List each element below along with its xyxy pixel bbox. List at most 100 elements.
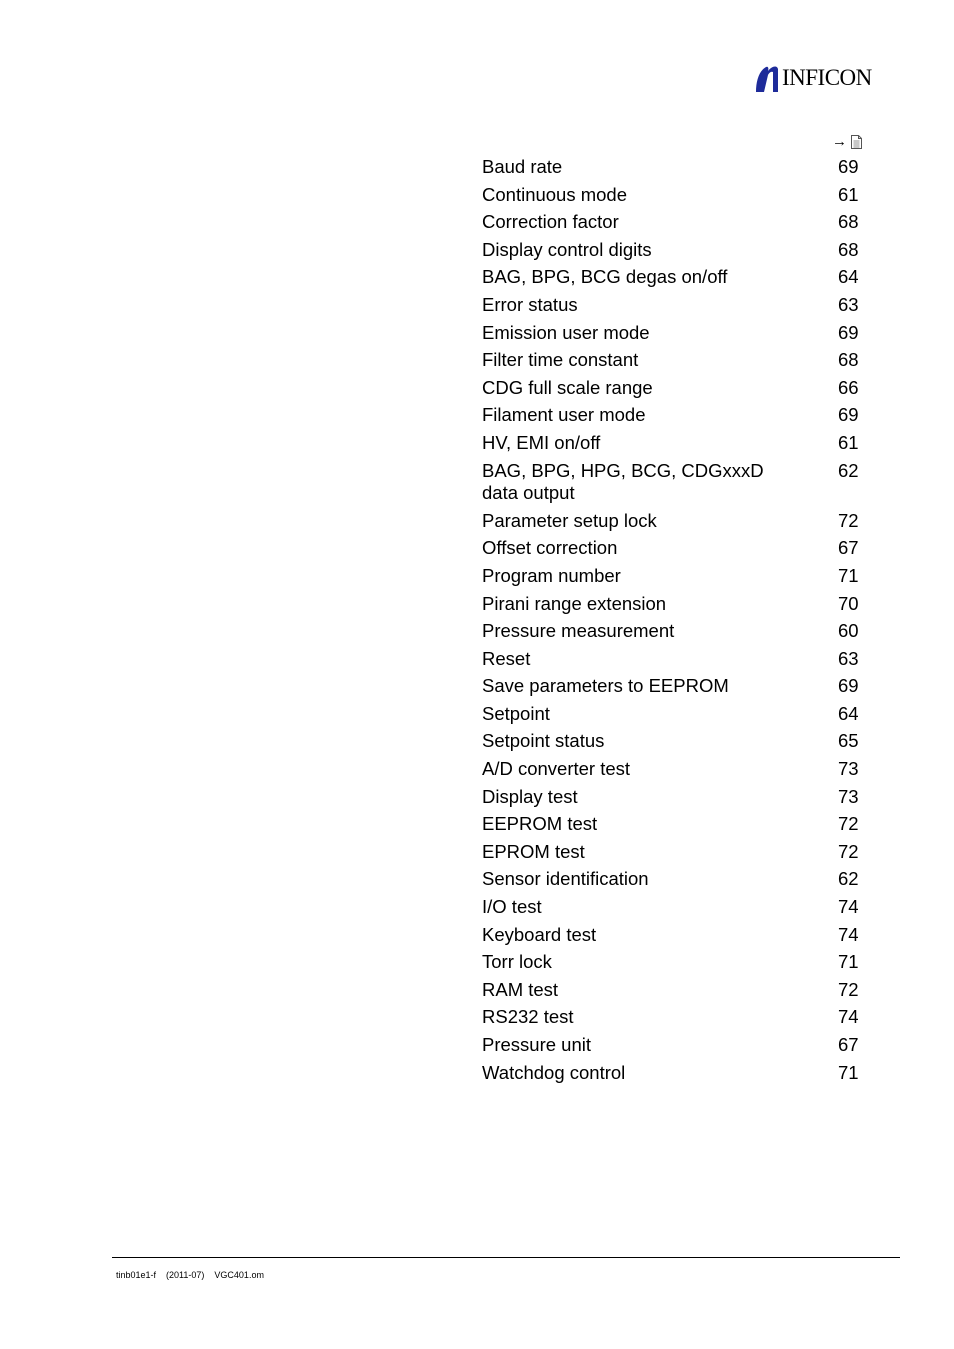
index-entry-page: 71 <box>838 951 859 973</box>
index-entry: Setpoint status 65 <box>482 730 862 753</box>
index-entry-page: 71 <box>838 1061 859 1083</box>
page-reference-header: → <box>832 132 862 152</box>
index-entry-page: 61 <box>838 183 859 205</box>
index-entry-label: Display test <box>482 785 578 807</box>
index-entry-page: 64 <box>838 266 859 288</box>
index-entry-label: Filter time constant <box>482 349 639 371</box>
footer-divider <box>112 1257 900 1258</box>
index-entry: EPROM test 72 <box>482 841 862 864</box>
index-entry: Torr lock 71 <box>482 951 862 974</box>
footer-doc-id: tinb01e1-f <box>116 1270 157 1280</box>
index-entry-label: BAG, BPG, BCG degas on/off <box>482 266 728 288</box>
index-entry-label: Sensor identification <box>482 868 649 890</box>
index-entry: EEPROM test 72 <box>482 813 862 836</box>
index-entry-page: 69 <box>838 321 859 343</box>
index-entry-page: 62 <box>838 459 859 481</box>
footer: tinb01e1-f (2011-07) VGC401.om <box>116 1269 264 1281</box>
index-entry: Program number 71 <box>482 565 862 588</box>
index-entry-page: 67 <box>838 1034 859 1055</box>
index-entry: BAG, BPG, HPG, BCG, CDGxxxD data output 6… <box>482 460 862 505</box>
footer-file: VGC401.om <box>214 1270 264 1280</box>
footer-date: (2011-07) <box>166 1270 205 1280</box>
index-entry-label: HV, EMI on/off <box>482 431 601 453</box>
index-entry-page: 74 <box>838 923 859 945</box>
index-entry-page: 72 <box>838 813 859 835</box>
index-entry: Watchdog control 71 <box>482 1062 862 1085</box>
index-entry-page: 72 <box>838 509 859 531</box>
index-entry-label: Emission user mode <box>482 321 650 343</box>
index-entry-page: 69 <box>838 675 859 697</box>
index-entry-label: Save parameters to EEPROM <box>482 675 729 697</box>
index-entry: Reset 63 <box>482 648 862 671</box>
index-entry: A/D converter test 73 <box>482 758 862 781</box>
index-entry: Error status 63 <box>482 294 862 317</box>
index-entry-page: 68 <box>838 349 859 371</box>
document-icon <box>851 135 862 149</box>
index-entry-label: Pirani range extension <box>482 592 667 614</box>
index-entry: Correction factor 68 <box>482 211 862 234</box>
index-entry-label: RAM test <box>482 978 559 1000</box>
index-entry-page: 61 <box>838 431 859 453</box>
index-entry-label: BAG, BPG, HPG, BCG, CDGxxxD data output <box>482 459 764 504</box>
index-entry: Filter time constant 68 <box>482 349 862 372</box>
index-entry: Setpoint 64 <box>482 703 862 726</box>
index-entry-label: Display control digits <box>482 238 652 260</box>
index-entry-label: Setpoint <box>482 702 550 724</box>
index-entry-page: 71 <box>838 564 859 586</box>
index-entry-label: CDG full scale range <box>482 376 653 398</box>
index-entry: Filament user mode 69 <box>482 404 862 427</box>
index-entry: HV, EMI on/off 61 <box>482 432 862 455</box>
index-entry-page: 74 <box>838 896 859 918</box>
index-entry-page: 60 <box>838 620 859 642</box>
inficon-logo: INFICON <box>754 63 872 93</box>
logo-text: INFICON <box>782 65 872 90</box>
index-entry-label: A/D converter test <box>482 758 631 780</box>
index-entry-page: 67 <box>838 537 859 559</box>
index-entry-label: Program number <box>482 564 621 586</box>
index-entry: CDG full scale range 66 <box>482 377 862 400</box>
index-entry-page: 65 <box>838 730 859 752</box>
index-entry-label: EEPROM test <box>482 813 598 835</box>
index-entry: Keyboard test 74 <box>482 924 862 947</box>
index-entry: I/O test 74 <box>482 896 862 919</box>
index-entry-page: 62 <box>838 868 859 890</box>
index-entry-page: 72 <box>838 978 859 1000</box>
index-entry-label: Parameter setup lock <box>482 509 657 531</box>
index-entry-label: Pressure unit <box>482 1034 591 1055</box>
index-entry: Parameter setup lock 72 <box>482 510 862 533</box>
index-entry-page: 69 <box>838 156 859 177</box>
index-entry-page: 68 <box>838 238 859 260</box>
index-entry-label: Offset correction <box>482 537 618 559</box>
index-entry-label: RS232 test <box>482 1006 574 1028</box>
index-entry: Pressure measurement 60 <box>482 620 862 643</box>
index-entry-page: 64 <box>838 702 859 724</box>
index-entry: Continuous mode 61 <box>482 184 862 207</box>
index-entry-label: Continuous mode <box>482 183 628 205</box>
inficon-logo-mark-icon <box>756 66 778 92</box>
index-entry-label: Keyboard test <box>482 923 597 945</box>
index-entry-label: EPROM test <box>482 840 585 862</box>
index-entry: Offset correction 67 <box>482 537 862 560</box>
index-entry: BAG, BPG, BCG degas on/off 64 <box>482 266 862 289</box>
index-entry-page: 74 <box>838 1006 859 1028</box>
index-entry-label: Filament user mode <box>482 404 646 426</box>
index-entry: Display control digits 68 <box>482 239 862 262</box>
index-entry-page: 66 <box>838 376 859 398</box>
index-entry: RS232 test 74 <box>482 1006 862 1029</box>
index-entry-label: Baud rate <box>482 156 563 177</box>
index-entry: Sensor identification 62 <box>482 868 862 891</box>
index-entry-page: 73 <box>838 785 859 807</box>
index-entry: Save parameters to EEPROM 69 <box>482 675 862 698</box>
index-entry-label: Correction factor <box>482 211 619 233</box>
index-entry: Display test 73 <box>482 786 862 809</box>
index-entry-page: 69 <box>838 404 859 426</box>
index-entry-page: 72 <box>838 840 859 862</box>
index-entry: Emission user mode 69 <box>482 322 862 345</box>
index-entry-label: Pressure measurement <box>482 620 675 642</box>
index-entry-label: Watchdog control <box>482 1061 626 1083</box>
index-entry-page: 70 <box>838 592 859 614</box>
index-entry-label: Torr lock <box>482 951 552 973</box>
index-entry-page: 63 <box>838 293 859 315</box>
index-entry: Pirani range extension 70 <box>482 593 862 616</box>
index-entry-label: Setpoint status <box>482 730 605 752</box>
